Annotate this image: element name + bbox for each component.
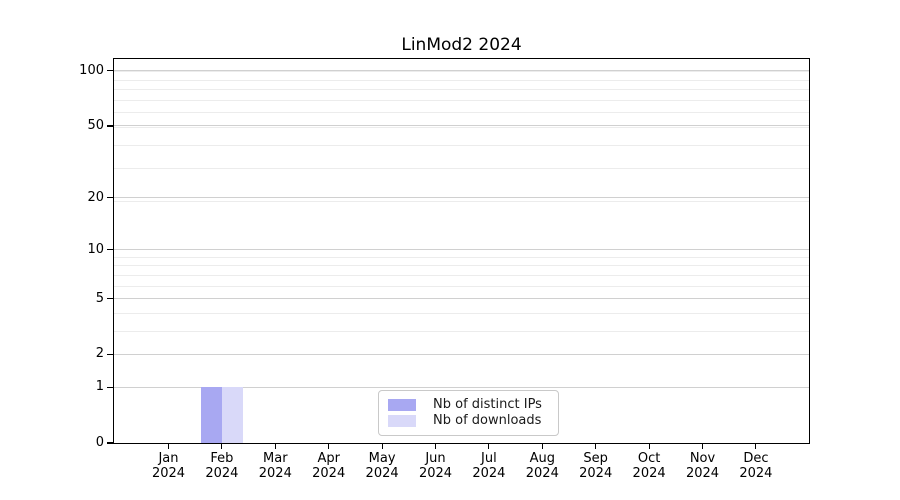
x-tick-label-line: May xyxy=(368,451,396,466)
x-tick-mark xyxy=(381,444,383,449)
y-tick-label: 100 xyxy=(79,62,104,78)
x-tick-label-line: 2024 xyxy=(472,466,506,481)
y-tick-label: 5 xyxy=(95,290,104,306)
legend-swatch-downloads xyxy=(388,415,416,427)
x-tick-label: Mar 2024 xyxy=(245,451,305,481)
y-tick-label: 10 xyxy=(87,241,104,257)
x-tick-label: Apr 2024 xyxy=(299,451,359,481)
x-tick-label-line: 2024 xyxy=(739,466,773,481)
y-tick-mark xyxy=(107,386,113,388)
x-tick-label-line: 2024 xyxy=(205,466,239,481)
legend: Nb of distinct IPs Nb of downloads xyxy=(378,390,559,436)
legend-item-downloads: Nb of downloads xyxy=(388,414,550,428)
x-tick-mark xyxy=(595,444,597,449)
y-tick-mark xyxy=(107,442,113,444)
bar-layer xyxy=(114,59,809,443)
x-tick-label: Jan 2024 xyxy=(139,451,199,481)
x-tick-label: Jul 2024 xyxy=(459,451,519,481)
plot-area xyxy=(113,58,810,444)
x-tick-mark xyxy=(541,444,543,449)
x-tick-mark xyxy=(274,444,276,449)
y-tick-label: 50 xyxy=(87,117,104,133)
bar-nb-of-downloads xyxy=(221,387,244,443)
x-tick-label-line: Jun xyxy=(425,451,446,466)
x-tick-label-line: Mar xyxy=(263,451,288,466)
x-tick-label-line: 2024 xyxy=(685,466,720,481)
legend-item-distinct-ips: Nb of distinct IPs xyxy=(388,398,550,412)
x-tick-label: May 2024 xyxy=(352,451,412,481)
x-tick-label: Aug 2024 xyxy=(512,451,572,481)
x-tick-label-line: Oct xyxy=(637,451,661,466)
x-tick-mark xyxy=(328,444,330,449)
x-tick-label-line: 2024 xyxy=(312,466,346,481)
y-tick-mark xyxy=(107,297,113,300)
x-tick-label-line: Sep xyxy=(583,451,608,466)
x-tick-mark xyxy=(221,444,223,449)
y-tick-mark xyxy=(107,125,113,127)
x-tick-label-line: 2024 xyxy=(418,466,453,481)
y-tick-label: 2 xyxy=(95,346,104,362)
x-tick-label-line: Nov xyxy=(689,451,716,466)
y-tick-mark xyxy=(107,249,113,251)
y-tick-label: 0 xyxy=(95,435,104,450)
x-tick-label: Sep 2024 xyxy=(566,451,626,481)
y-tick-mark xyxy=(107,353,113,355)
chart-title: LinMod2 2024 xyxy=(401,35,522,55)
x-tick-mark xyxy=(701,444,704,449)
x-tick-label-line: Feb xyxy=(210,451,234,466)
x-tick-mark xyxy=(434,444,437,449)
x-tick-label-line: 2024 xyxy=(525,466,559,481)
x-tick-label: Nov 2024 xyxy=(673,451,733,481)
x-tick-mark xyxy=(755,444,757,449)
y-tick-mark xyxy=(107,70,113,72)
x-tick-label-line: 2024 xyxy=(258,466,292,481)
legend-label-distinct-ips: Nb of distinct IPs xyxy=(433,397,542,412)
y-tick-mark xyxy=(107,196,113,199)
legend-swatch-distinct-ips xyxy=(388,399,416,411)
x-tick-label: Oct 2024 xyxy=(619,451,679,481)
x-tick-label-line: Jan xyxy=(158,451,179,466)
x-tick-label-line: 2024 xyxy=(365,466,399,481)
x-tick-mark xyxy=(488,444,490,449)
x-tick-label: Feb 2024 xyxy=(192,451,252,481)
bar-nb-of-distinct-ips xyxy=(200,387,222,443)
x-tick-label-line: Aug xyxy=(529,451,555,466)
x-tick-label-line: 2024 xyxy=(151,466,186,481)
x-tick-label: Jun 2024 xyxy=(406,451,466,481)
chart-figure: LinMod2 2024 0 1 2 5 10 20 50 100 Jan 2024 Feb 2024… xyxy=(0,0,900,500)
legend-label-downloads: Nb of downloads xyxy=(433,413,542,428)
x-tick-label-line: Dec xyxy=(743,451,769,466)
y-tick-label: 1 xyxy=(95,379,104,395)
x-tick-label-line: 2024 xyxy=(579,466,613,481)
x-tick-label-line: Apr xyxy=(317,451,340,466)
x-tick-mark xyxy=(648,444,650,449)
x-tick-mark xyxy=(167,444,170,449)
y-tick-label: 20 xyxy=(87,189,104,205)
x-tick-label-line: 2024 xyxy=(632,466,666,481)
x-tick-label-line: Jul xyxy=(481,451,497,466)
x-tick-label: Dec 2024 xyxy=(726,451,786,481)
